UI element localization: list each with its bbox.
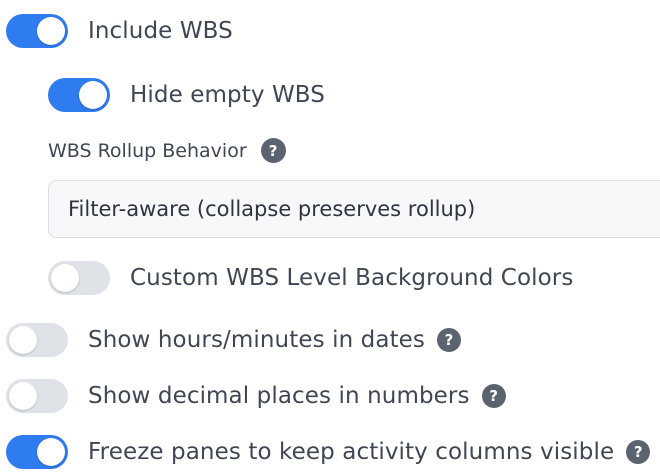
question-circle-icon[interactable]: ? — [437, 328, 462, 352]
toggle-knob — [9, 326, 37, 354]
custom-colors-toggle[interactable] — [48, 261, 110, 295]
show-hours-toggle[interactable] — [6, 323, 68, 357]
toggle-knob — [37, 438, 65, 466]
hide-empty-wbs-toggle[interactable] — [48, 78, 110, 112]
include-wbs-label: Include WBS — [88, 18, 233, 44]
custom-colors-row: Custom WBS Level Background Colors — [48, 261, 573, 295]
settings-panel: Include WBS Hide empty WBS WBS Rollup Be… — [0, 0, 660, 472]
freeze-panes-toggle[interactable] — [6, 435, 68, 469]
question-circle-icon[interactable]: ? — [626, 440, 651, 464]
include-wbs-row: Include WBS — [6, 14, 233, 48]
hide-empty-wbs-label: Hide empty WBS — [130, 82, 325, 108]
freeze-panes-label: Freeze panes to keep activity columns vi… — [88, 439, 615, 465]
show-hours-row: Show hours/minutes in dates ? — [6, 323, 462, 357]
custom-colors-label: Custom WBS Level Background Colors — [130, 265, 574, 291]
question-circle-icon[interactable]: ? — [481, 384, 506, 408]
wbs-rollup-selected-value: Filter-aware (collapse preserves rollup) — [68, 197, 476, 221]
wbs-rollup-label: WBS Rollup Behavior — [48, 139, 247, 162]
freeze-panes-row: Freeze panes to keep activity columns vi… — [6, 435, 651, 469]
toggle-knob — [51, 264, 79, 292]
show-decimals-toggle[interactable] — [6, 379, 68, 413]
show-decimals-row: Show decimal places in numbers ? — [6, 379, 506, 413]
toggle-knob — [9, 382, 37, 410]
show-decimals-label: Show decimal places in numbers — [88, 383, 470, 409]
show-hours-label: Show hours/minutes in dates — [88, 327, 426, 353]
toggle-knob — [79, 81, 107, 109]
hide-empty-wbs-row: Hide empty WBS — [48, 78, 325, 112]
wbs-rollup-heading: WBS Rollup Behavior ? — [48, 138, 286, 163]
toggle-knob — [37, 17, 65, 45]
question-circle-icon[interactable]: ? — [260, 138, 286, 163]
include-wbs-toggle[interactable] — [6, 14, 68, 48]
wbs-rollup-select[interactable]: Filter-aware (collapse preserves rollup) — [48, 180, 660, 238]
